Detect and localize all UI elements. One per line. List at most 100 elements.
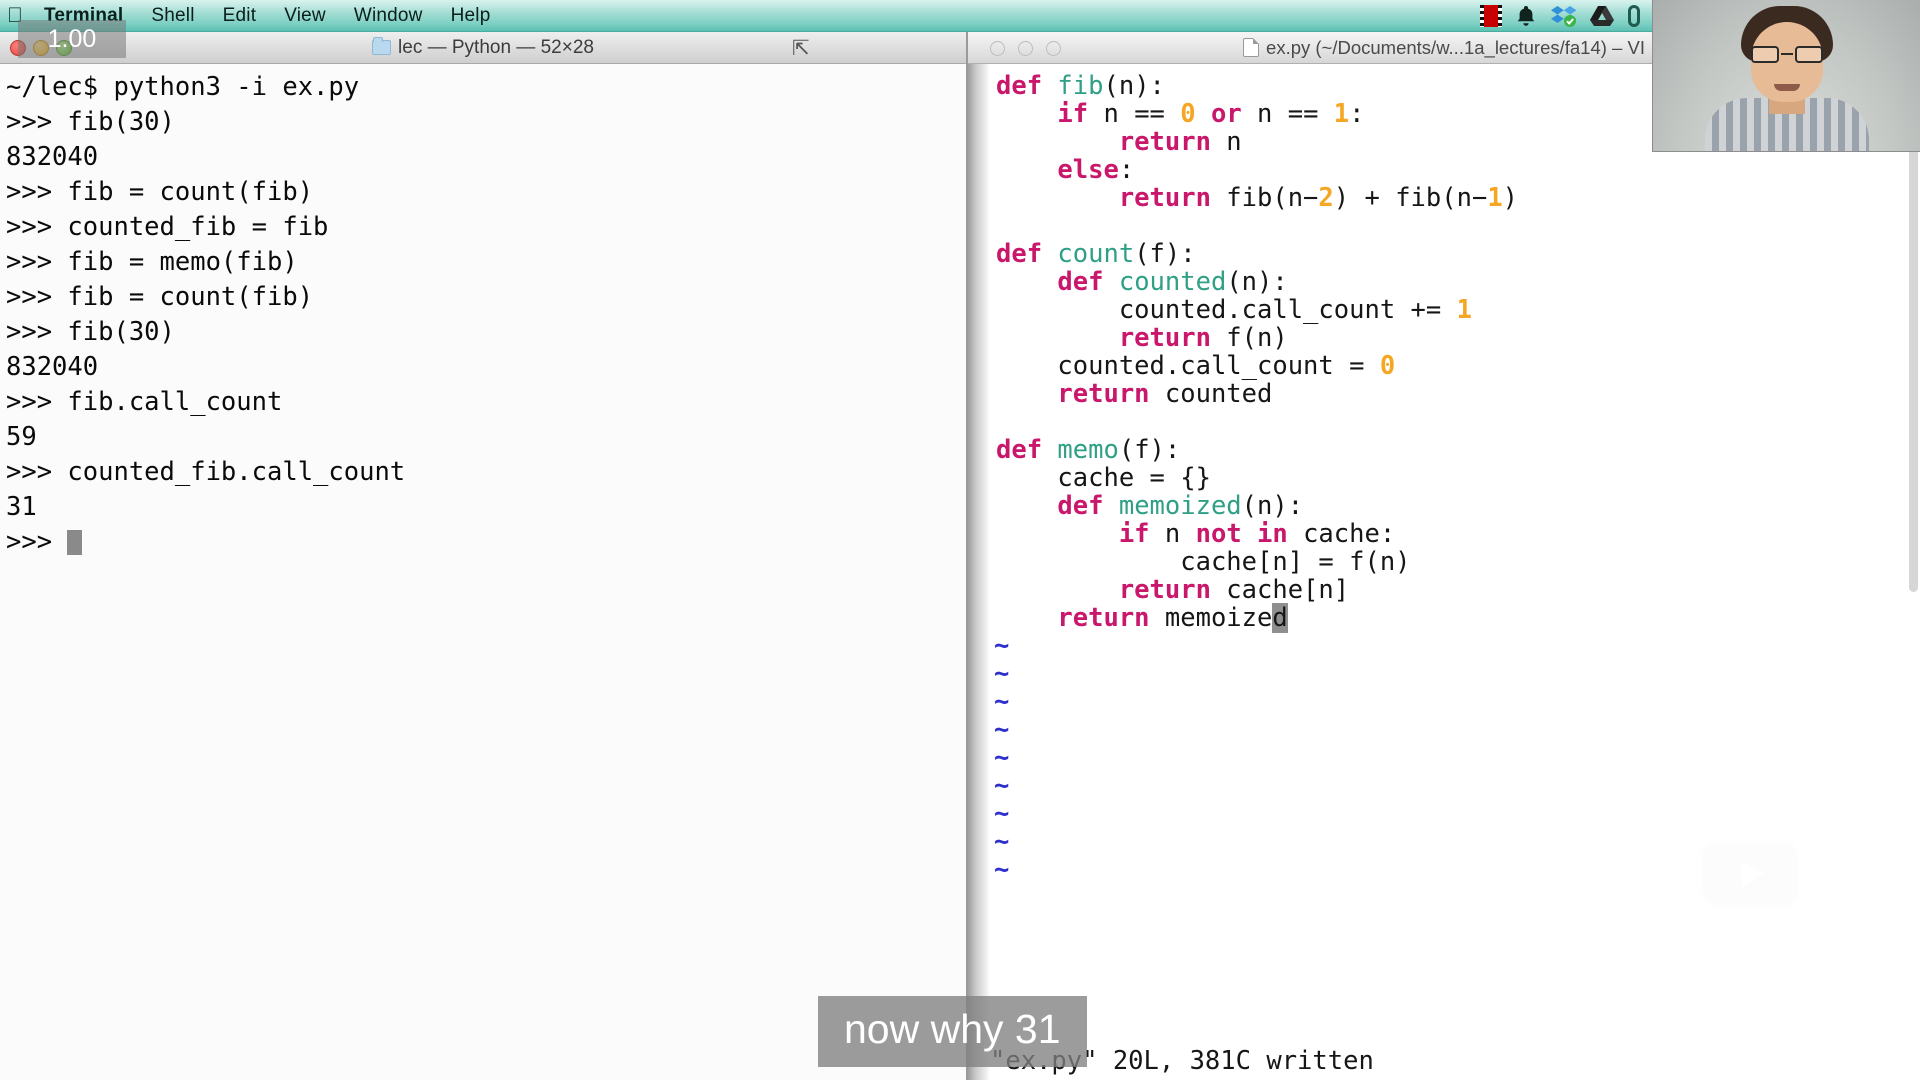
vim-token — [1196, 99, 1211, 129]
terminal-title: lec — Python — 52×28 — [372, 37, 594, 59]
vim-token: not in — [1196, 519, 1303, 549]
vim-token: memoize — [1165, 603, 1272, 633]
dropbox-icon[interactable] — [1551, 4, 1576, 28]
presenter-glasses — [1751, 46, 1823, 63]
vim-cursor: d — [1272, 603, 1287, 633]
vim-code-line: return f(n) — [996, 324, 1920, 352]
vim-token: : — [1349, 99, 1364, 129]
vim-token: return — [1119, 323, 1226, 353]
paperclip-icon[interactable] — [1628, 4, 1640, 28]
vim-token: return — [1119, 127, 1226, 157]
vim-token: 1 — [1487, 183, 1502, 213]
vim-code-line — [996, 212, 1920, 240]
vim-filler-tilde: ~ — [994, 772, 1920, 800]
vim-token: n == — [1103, 99, 1180, 129]
vim-filler-tilde: ~ — [994, 660, 1920, 688]
vim-filler-tilde: ~ — [994, 716, 1920, 744]
terminal-line: 59 — [6, 420, 966, 455]
vim-token: fib — [1057, 71, 1103, 101]
vim-code-line: cache = {} — [996, 464, 1920, 492]
terminal-line: >>> counted_fib.call_count — [6, 455, 966, 490]
vim-token: return — [1057, 379, 1164, 409]
terminal-title-text: lec — Python — 52×28 — [398, 37, 594, 59]
vim-filler-tilde: ~ — [994, 688, 1920, 716]
menu-item-view[interactable]: View — [270, 5, 340, 27]
vim-token: (f): — [1134, 239, 1195, 269]
vim-filler-tilde: ~ — [994, 744, 1920, 772]
vim-code-line: return fib(n−2) + fib(n−1) — [996, 184, 1920, 212]
resize-grip-icon[interactable]: ⇱ — [792, 38, 814, 60]
vim-token: def — [996, 435, 1057, 465]
terminal-line: >>> fib = count(fib) — [6, 175, 966, 210]
vim-close-button[interactable] — [990, 41, 1005, 56]
vim-window-controls[interactable] — [990, 41, 1061, 56]
menu-item-window[interactable]: Window — [340, 5, 437, 27]
vim-code-line: def memo(f): — [996, 436, 1920, 464]
vim-token: (n): — [1226, 267, 1287, 297]
vim-token: ) + fib(n− — [1334, 183, 1488, 213]
document-icon — [1243, 38, 1259, 57]
screen-recorder-icon[interactable] — [1481, 4, 1501, 28]
terminal-line: >>> counted_fib = fib — [6, 210, 966, 245]
vim-token: (f): — [1119, 435, 1180, 465]
vim-filler-tilde: ~ — [994, 800, 1920, 828]
vim-minimize-button[interactable] — [1018, 41, 1033, 56]
folder-icon — [372, 40, 391, 55]
vim-token: if — [1057, 99, 1103, 129]
vim-code-line: def count(f): — [996, 240, 1920, 268]
vim-token: cache[n] — [1226, 575, 1349, 605]
vim-token: counted — [1165, 379, 1272, 409]
terminal-line: >>> fib.call_count — [6, 385, 966, 420]
vim-token: 1 — [1334, 99, 1349, 129]
terminal-line: >>> fib(30) — [6, 315, 966, 350]
vim-token: memoized — [1119, 491, 1242, 521]
youtube-play-badge-icon[interactable] — [1700, 840, 1800, 908]
terminal-line: >>> fib(30) — [6, 105, 966, 140]
vim-token: def — [996, 239, 1057, 269]
vim-code-line: return counted — [996, 380, 1920, 408]
vim-token: 0 — [1380, 351, 1395, 381]
vim-token: cache = {} — [1057, 463, 1211, 493]
vim-token: n == — [1257, 99, 1334, 129]
vim-code-line: def counted(n): — [996, 268, 1920, 296]
vim-zoom-button[interactable] — [1046, 41, 1061, 56]
vim-token: : — [1119, 155, 1134, 185]
play-triangle-icon — [1742, 861, 1764, 887]
vim-token: n — [1226, 127, 1241, 157]
vim-token: (n): — [1242, 491, 1303, 521]
vim-code-line — [996, 408, 1920, 436]
webcam-overlay — [1652, 0, 1920, 152]
screen:  Terminal Shell Edit View Window Help — [0, 0, 1920, 1080]
terminal-line: >>> fib = count(fib) — [6, 280, 966, 315]
vim-editor-content[interactable]: def fib(n): if n == 0 or n == 1: return … — [990, 64, 1920, 1080]
google-drive-icon[interactable] — [1590, 4, 1614, 28]
vim-code-line: counted.call_count = 0 — [996, 352, 1920, 380]
terminal-title-bar[interactable]: lec — Python — 52×28 — [0, 32, 966, 64]
terminal-cursor — [67, 530, 82, 555]
terminal-line: 31 — [6, 490, 966, 525]
vim-token: 2 — [1318, 183, 1333, 213]
menu-item-edit[interactable]: Edit — [209, 5, 271, 27]
vim-code-line: cache[n] = f(n) — [996, 548, 1920, 576]
vim-token: ) — [1503, 183, 1518, 213]
vim-token: cache[n] = f(n) — [1180, 547, 1410, 577]
vim-code-line: if n not in cache: — [996, 520, 1920, 548]
presenter-mouth — [1774, 84, 1800, 91]
vim-token: return — [1057, 603, 1164, 633]
terminal-window[interactable]: lec — Python — 52×28 ~/lec$ python3 -i e… — [0, 32, 968, 1080]
vim-code-line: def memoized(n): — [996, 492, 1920, 520]
vim-gutter — [968, 64, 990, 1080]
menu-item-shell[interactable]: Shell — [137, 5, 208, 27]
vim-token: def — [996, 71, 1057, 101]
vim-code-line: return memoized — [996, 604, 1920, 632]
terminal-line: >>> fib = memo(fib) — [6, 245, 966, 280]
vim-token: counted.call_count = — [1057, 351, 1379, 381]
vim-token: fib(n− — [1226, 183, 1318, 213]
menu-item-help[interactable]: Help — [437, 5, 505, 27]
vim-window[interactable]: ⇱ ex.py (~/Documents/w...1a_lectures/fa1… — [968, 32, 1920, 1080]
vim-token: count — [1057, 239, 1134, 269]
terminal-output[interactable]: ~/lec$ python3 -i ex.py>>> fib(30)832040… — [0, 64, 966, 560]
terminal-line: >>> — [6, 525, 966, 560]
notification-bell-icon[interactable] — [1515, 4, 1537, 28]
subtitle-caption: now why 31 — [818, 996, 1087, 1067]
